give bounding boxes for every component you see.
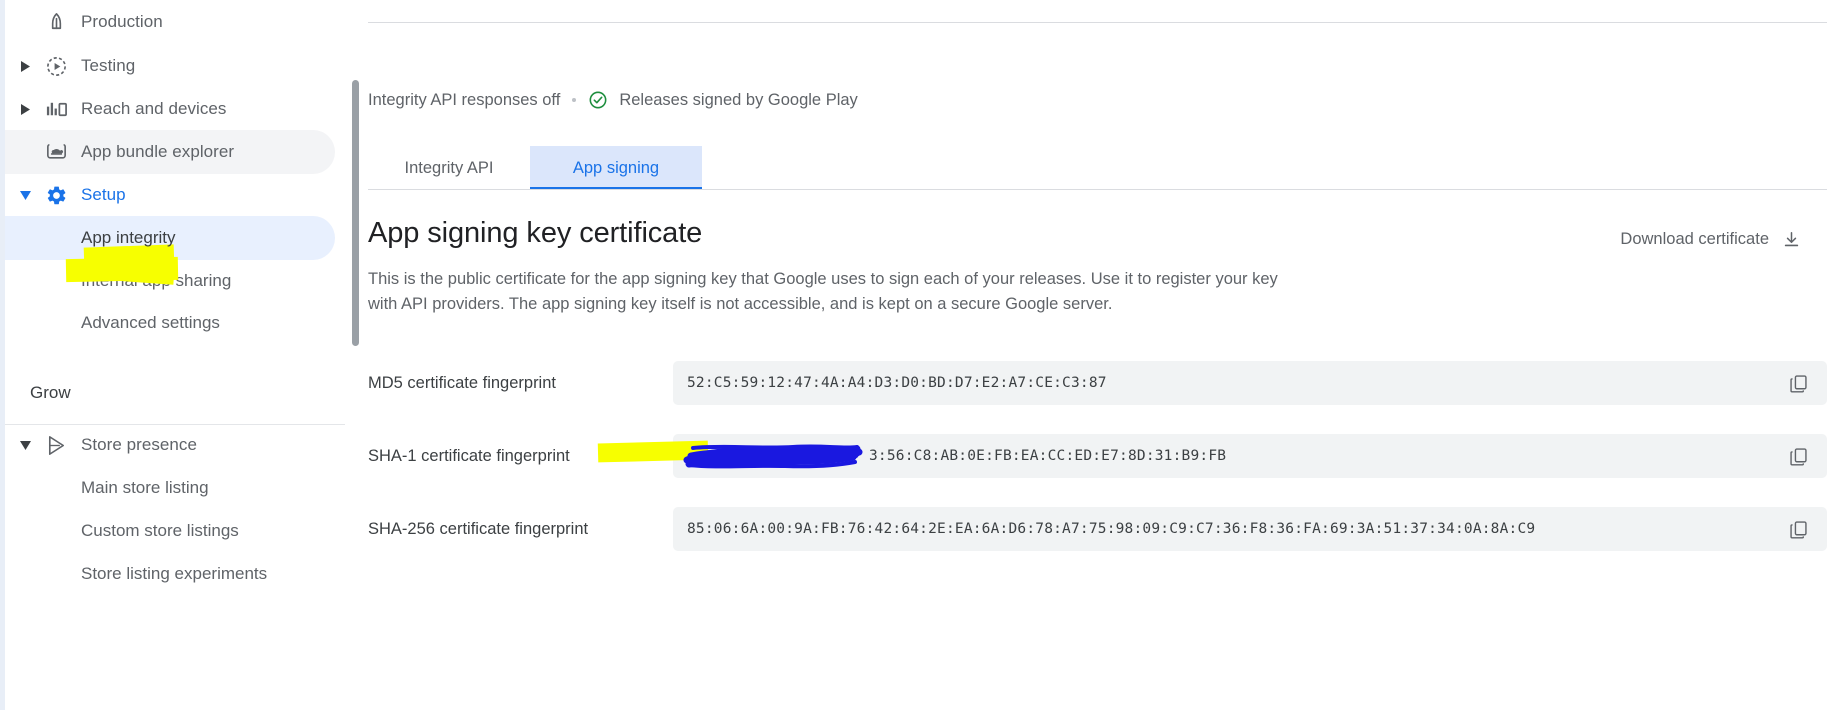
play-circle-icon [43, 53, 69, 79]
fingerprint-label: SHA-1 certificate fingerprint [368, 446, 570, 465]
copy-icon[interactable] [1783, 441, 1813, 471]
copy-icon[interactable] [1783, 514, 1813, 544]
tab-app-signing[interactable]: App signing [530, 146, 702, 190]
sidebar-item-label: Reach and devices [81, 99, 227, 118]
page-title: App signing key certificate [368, 217, 703, 249]
sidebar-item-label: Production [81, 12, 163, 31]
fingerprint-value-box: 3:56:C8:AB:0E:FB:EA:CC:ED:E7:8D:31:B9:FB [597, 434, 1827, 478]
sidebar-scrollbar-thumb[interactable] [352, 80, 359, 346]
page-description: This is the public certificate for the a… [368, 270, 1278, 313]
sidebar-item-label: App bundle explorer [81, 142, 235, 161]
copy-icon[interactable] [1783, 368, 1813, 398]
sidebar-item-label: Main store listing [81, 478, 209, 497]
gear-icon [43, 182, 69, 208]
fingerprint-label: SHA-256 certificate fingerprint [368, 519, 589, 538]
sidebar-item-label: Setup [81, 185, 126, 204]
sidebar-item-label: Store listing experiments [81, 564, 268, 583]
sidebar-navigation: Production Testing Reach and devices App… [0, 0, 360, 710]
download-certificate-label: Download certificate [1620, 230, 1769, 248]
bar-chart-icon [43, 96, 69, 122]
fingerprint-value: 52:C5:59:12:47:4A:A4:D3:D0:BD:D7:E2:A7:C… [687, 375, 1107, 391]
tab-label: Integrity API [404, 158, 494, 177]
download-icon [1782, 230, 1801, 249]
rocket-icon [43, 9, 69, 35]
tab-bar-underline [368, 189, 1827, 190]
status-summary-row: Integrity API responses off Releases sig… [368, 90, 858, 110]
sidebar-item-label: Advanced settings [81, 313, 220, 332]
sidebar-item-custom-store-listings[interactable]: Custom store listings [5, 509, 335, 553]
sidebar-item-production[interactable]: Production [5, 0, 335, 44]
chevron-right-icon[interactable] [17, 58, 33, 74]
sidebar-item-label: Custom store listings [81, 521, 239, 540]
google-play-icon [43, 432, 69, 458]
fingerprint-row-sha1: SHA-1 certificate fingerprint 3:56:C8:AB… [368, 434, 1827, 478]
status-separator-dot [572, 98, 577, 102]
signing-status-text: Releases signed by Google Play [619, 90, 858, 109]
tab-label: App signing [572, 158, 660, 177]
fingerprint-value-box: 52:C5:59:12:47:4A:A4:D3:D0:BD:D7:E2:A7:C… [673, 361, 1827, 405]
check-circle-icon [588, 90, 608, 110]
chevron-right-icon[interactable] [17, 101, 33, 117]
fingerprint-value: 85:06:6A:00:9A:FB:76:42:64:2E:EA:6A:D6:7… [687, 521, 1536, 537]
sidebar-item-advanced-settings[interactable]: Advanced settings [5, 301, 335, 345]
sidebar-item-label: Testing [81, 56, 136, 75]
integrity-api-status-text: Integrity API responses off [368, 90, 561, 109]
sidebar-item-app-integrity[interactable]: App integrity [5, 216, 335, 260]
chevron-down-icon[interactable] [17, 437, 33, 453]
fingerprint-row-sha256: SHA-256 certificate fingerprint 85:06:6A… [368, 507, 1827, 551]
main-content: Integrity API responses off Releases sig… [360, 0, 1827, 710]
sidebar-item-reach-and-devices[interactable]: Reach and devices [5, 87, 335, 131]
download-certificate-button[interactable]: Download certificate [1620, 230, 1801, 249]
fingerprint-value: 3:56:C8:AB:0E:FB:EA:CC:ED:E7:8D:31:B9:FB [869, 448, 1227, 464]
sidebar-item-setup[interactable]: Setup [5, 173, 335, 217]
sidebar-item-internal-app-sharing[interactable]: Internal app sharing [5, 259, 335, 303]
sidebar-item-label: App integrity [81, 228, 176, 247]
fingerprint-value-box: 85:06:6A:00:9A:FB:76:42:64:2E:EA:6A:D6:7… [673, 507, 1827, 551]
play-console-app-signing-page: Production Testing Reach and devices App… [0, 0, 1827, 710]
sidebar-item-main-store-listing[interactable]: Main store listing [5, 466, 335, 510]
sidebar-item-testing[interactable]: Testing [5, 44, 335, 88]
tab-integrity-api[interactable]: Integrity API [368, 146, 530, 190]
sidebar-item-store-listing-experiments[interactable]: Store listing experiments [5, 552, 335, 596]
chevron-down-icon[interactable] [17, 187, 33, 203]
top-divider [368, 22, 1827, 23]
tab-bar: Integrity API App signing [368, 146, 702, 190]
fingerprint-row-md5: MD5 certificate fingerprint 52:C5:59:12:… [368, 361, 1827, 405]
sidebar-item-store-presence[interactable]: Store presence [5, 423, 335, 467]
sidebar-item-label: Store presence [81, 435, 197, 454]
sidebar-section-title-grow: Grow [30, 383, 71, 402]
sidebar-item-app-bundle-explorer[interactable]: App bundle explorer [5, 130, 335, 174]
sidebar-item-label: Internal app sharing [81, 271, 232, 290]
android-box-icon [43, 139, 69, 165]
fingerprint-label: MD5 certificate fingerprint [368, 373, 556, 392]
